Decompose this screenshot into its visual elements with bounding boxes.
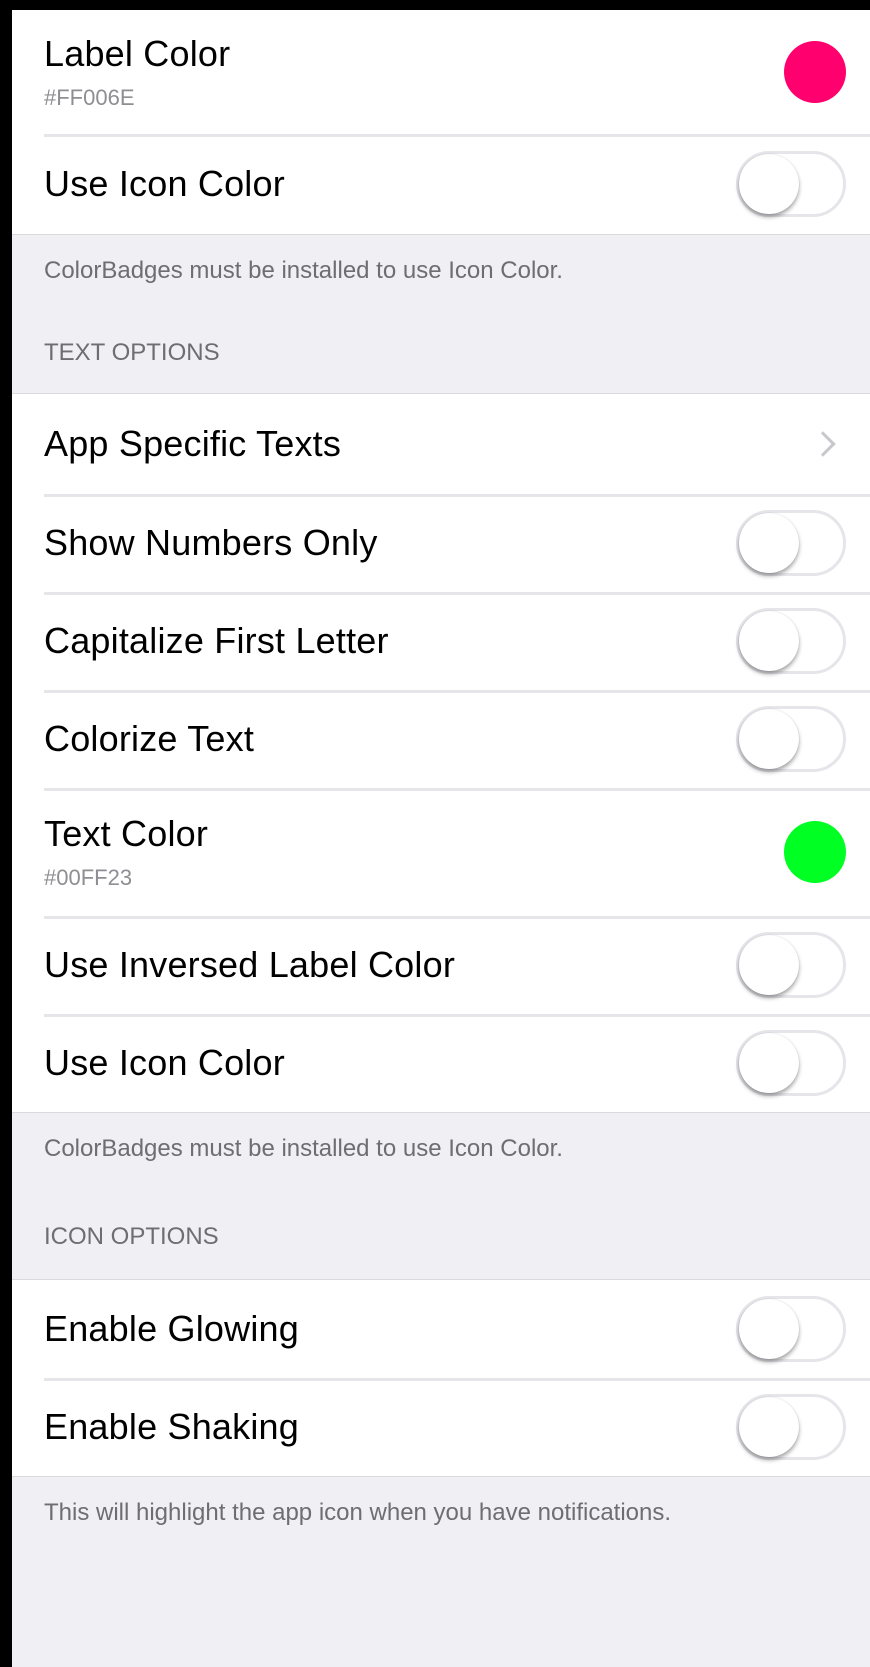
label-color-group: Label Color #FF006E Use Icon Color <box>12 10 870 235</box>
text-color-cell[interactable]: Text Color #00FF23 <box>12 788 870 916</box>
toggle-knob <box>739 154 799 214</box>
use-icon-color-toggle[interactable] <box>736 151 846 217</box>
capitalize-first-letter-label: Capitalize First Letter <box>44 620 389 661</box>
toggle-knob <box>739 709 799 769</box>
toggle-knob <box>739 513 799 573</box>
app-specific-texts-label: App Specific Texts <box>44 423 342 464</box>
chevron-right-icon <box>810 431 836 457</box>
use-inversed-label-color-cell: Use Inversed Label Color <box>12 916 870 1014</box>
capitalize-first-letter-cell: Capitalize First Letter <box>12 592 870 690</box>
label-color-value: #FF006E <box>44 85 135 110</box>
colorize-text-cell: Colorize Text <box>12 690 870 788</box>
text-use-icon-color-cell: Use Icon Color <box>12 1014 870 1112</box>
label-color-swatch[interactable] <box>784 41 846 103</box>
toggle-knob <box>739 1397 799 1457</box>
label-color-cell[interactable]: Label Color #FF006E <box>12 10 870 134</box>
enable-shaking-label: Enable Shaking <box>44 1406 299 1447</box>
toggle-knob <box>739 935 799 995</box>
use-inversed-label-color-toggle[interactable] <box>736 932 846 998</box>
text-use-icon-color-label: Use Icon Color <box>44 1042 285 1083</box>
text-use-icon-color-toggle[interactable] <box>736 1030 846 1096</box>
text-icon-color-footer-note: ColorBadges must be installed to use Ico… <box>44 1135 563 1162</box>
show-numbers-only-toggle[interactable] <box>736 510 846 576</box>
use-inversed-label-color-label: Use Inversed Label Color <box>44 944 456 985</box>
toggle-knob <box>739 1299 799 1359</box>
label-color-texts: Label Color #FF006E <box>44 33 230 111</box>
enable-glowing-toggle[interactable] <box>736 1296 846 1362</box>
text-color-swatch[interactable] <box>784 821 846 883</box>
enable-shaking-cell: Enable Shaking <box>12 1378 870 1476</box>
text-color-texts: Text Color #00FF23 <box>44 813 208 891</box>
use-icon-color-label: Use Icon Color <box>44 163 285 204</box>
icon-options-header: ICON OPTIONS <box>44 1223 219 1250</box>
highlight-footer-note: This will highlight the app icon when yo… <box>44 1499 672 1526</box>
text-options-group: App Specific Texts Show Numbers Only Cap… <box>12 393 870 1113</box>
capitalize-first-letter-toggle[interactable] <box>736 608 846 674</box>
colorize-text-toggle[interactable] <box>736 706 846 772</box>
icon-options-group: Enable Glowing Enable Shaking <box>12 1279 870 1477</box>
settings-screen: Label Color #FF006E Use Icon Color Color… <box>0 0 870 1667</box>
toggle-knob <box>739 1033 799 1093</box>
label-color-title: Label Color <box>44 33 231 74</box>
text-options-header: TEXT OPTIONS <box>44 339 220 366</box>
show-numbers-only-cell: Show Numbers Only <box>12 494 870 592</box>
enable-glowing-label: Enable Glowing <box>44 1308 299 1349</box>
icon-color-footer-note: ColorBadges must be installed to use Ico… <box>44 257 563 284</box>
show-numbers-only-label: Show Numbers Only <box>44 522 378 563</box>
text-color-title: Text Color <box>44 813 209 854</box>
enable-glowing-cell: Enable Glowing <box>12 1280 870 1378</box>
use-icon-color-cell: Use Icon Color <box>12 134 870 234</box>
enable-shaking-toggle[interactable] <box>736 1394 846 1460</box>
app-specific-texts-cell[interactable]: App Specific Texts <box>12 394 870 494</box>
toggle-knob <box>739 611 799 671</box>
text-color-value: #00FF23 <box>44 865 133 890</box>
colorize-text-label: Colorize Text <box>44 718 255 759</box>
